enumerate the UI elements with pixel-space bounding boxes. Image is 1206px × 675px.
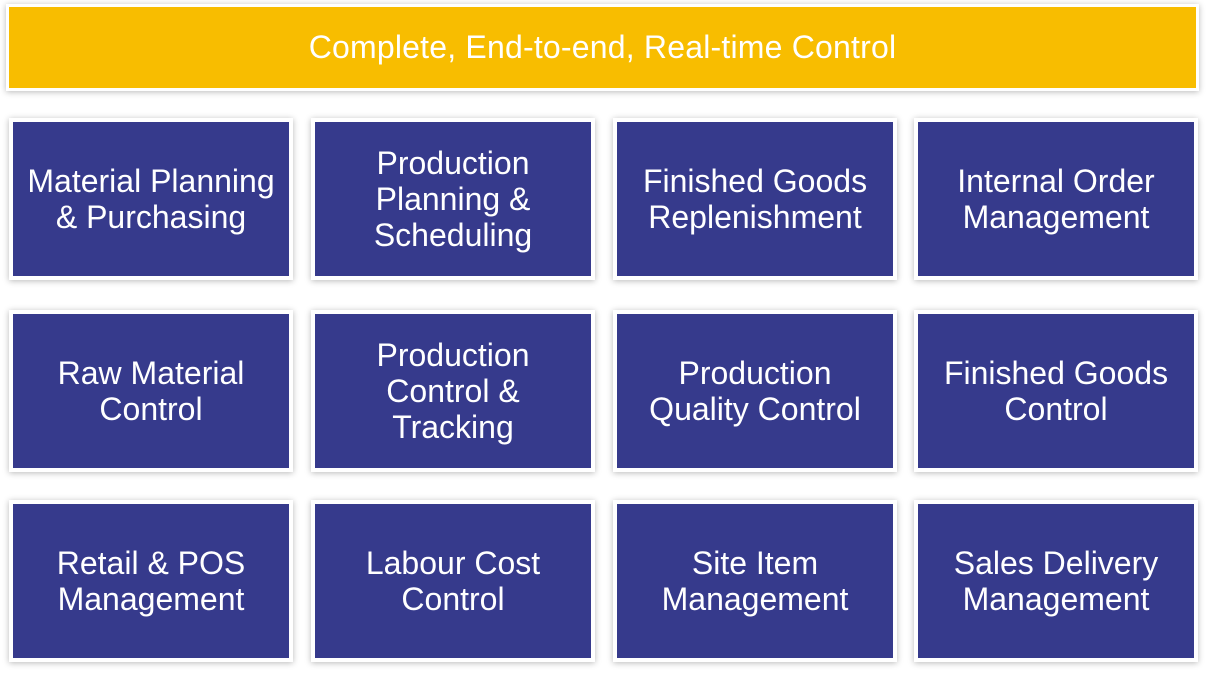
tile-raw-material-control: Raw Material Control	[13, 314, 289, 468]
tile-label: Finished Goods Control	[943, 355, 1169, 427]
tile-site-item-management: Site Item Management	[617, 504, 893, 658]
tile-label: Production Quality Control	[649, 355, 861, 427]
tile-label: Site Item Management	[661, 545, 849, 617]
tile-label: Production Control & Tracking	[376, 337, 530, 445]
tile-production-control-tracking: Production Control & Tracking	[315, 314, 591, 468]
tile-label: Production Planning & Scheduling	[373, 145, 533, 253]
tile-label: Retail & POS Management	[56, 545, 246, 617]
tile-label: Raw Material Control	[57, 355, 245, 427]
tile-label: Labour Cost Control	[365, 545, 541, 617]
tile-label: Internal Order Management	[957, 163, 1155, 235]
tile-label: Sales Delivery Management	[953, 545, 1159, 617]
tile-material-planning-purchasing: Material Planning & Purchasing	[13, 122, 289, 276]
tile-finished-goods-control: Finished Goods Control	[918, 314, 1194, 468]
module-grid: Material Planning & Purchasing Productio…	[0, 0, 1206, 675]
tile-sales-delivery-management: Sales Delivery Management	[918, 504, 1194, 658]
tile-retail-pos-management: Retail & POS Management	[13, 504, 289, 658]
tile-label: Material Planning & Purchasing	[27, 163, 275, 235]
tile-label: Finished Goods Replenishment	[642, 163, 868, 235]
tile-internal-order-management: Internal Order Management	[918, 122, 1194, 276]
tile-production-quality-control: Production Quality Control	[617, 314, 893, 468]
tile-finished-goods-replenishment: Finished Goods Replenishment	[617, 122, 893, 276]
tile-labour-cost-control: Labour Cost Control	[315, 504, 591, 658]
tile-production-planning-scheduling: Production Planning & Scheduling	[315, 122, 591, 276]
